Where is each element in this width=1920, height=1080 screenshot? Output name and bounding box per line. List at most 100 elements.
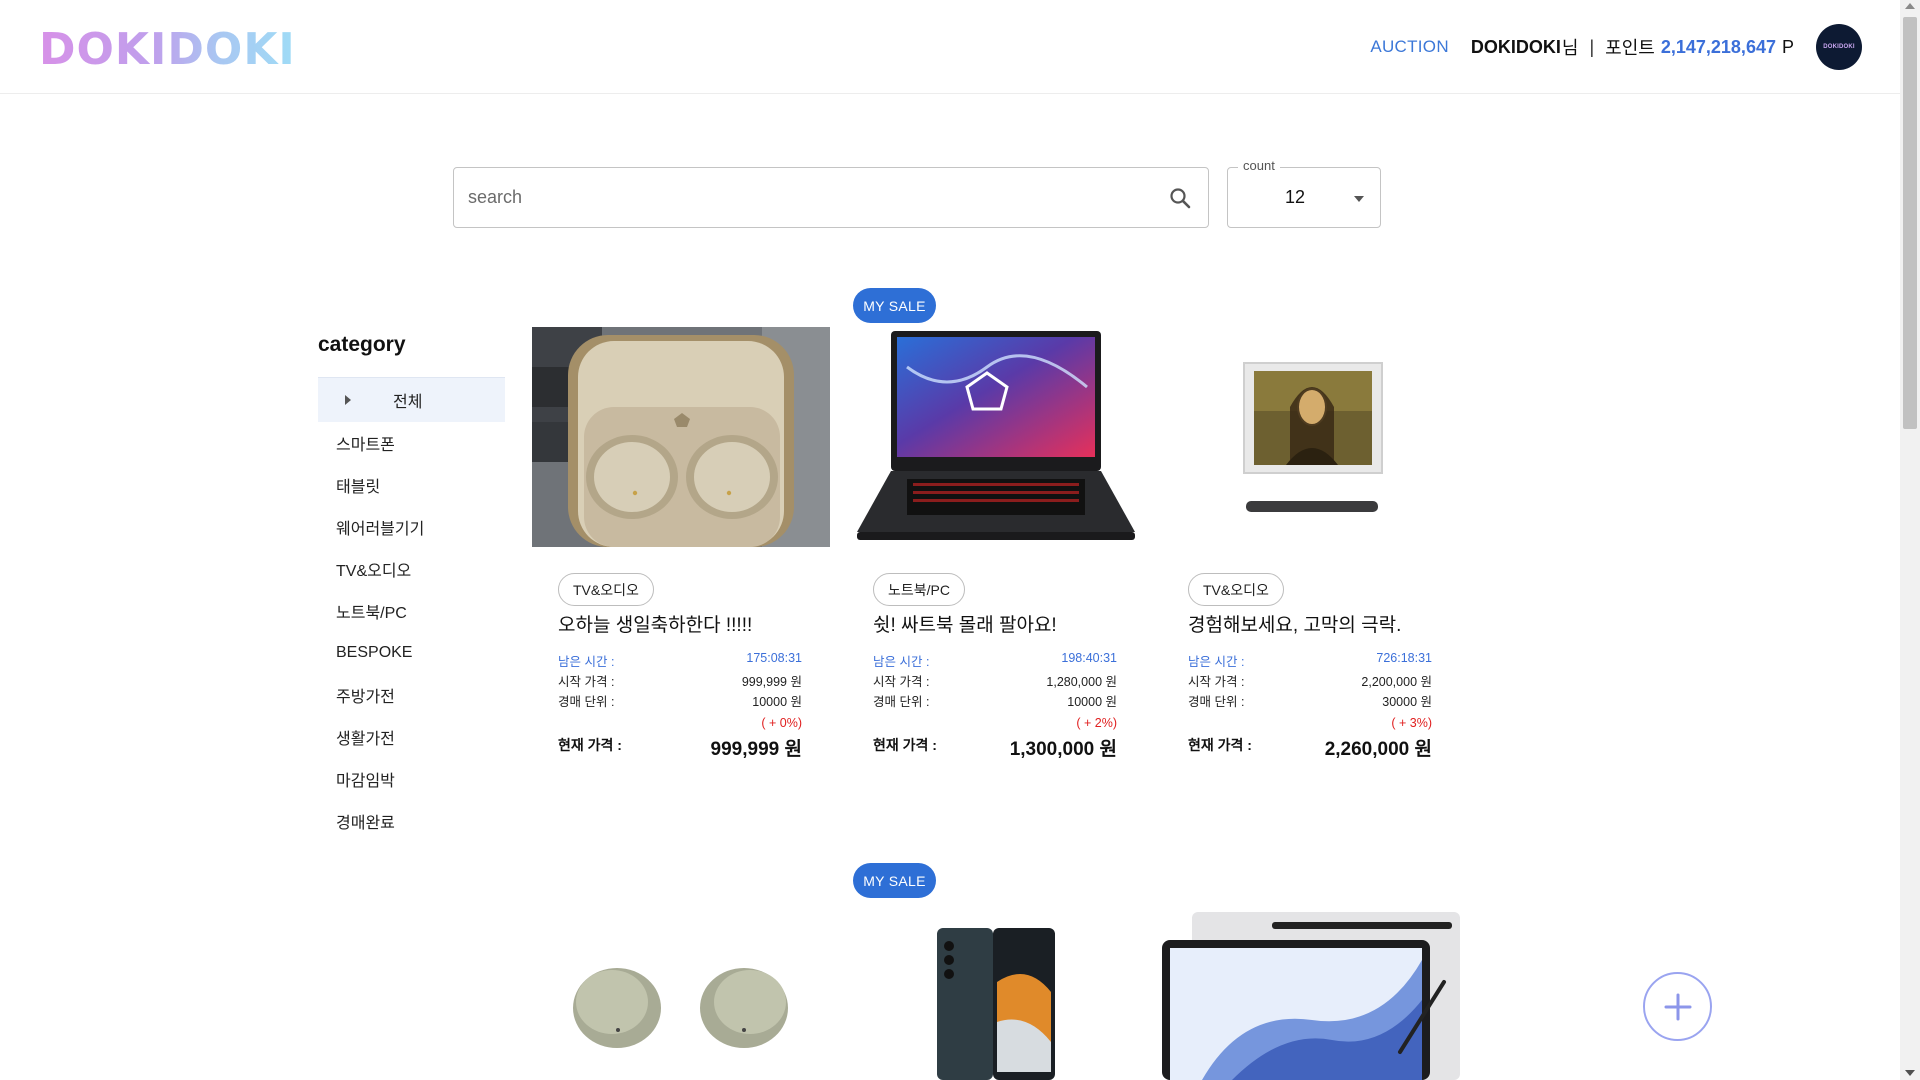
category-title: category [318,333,406,356]
category-item-completed[interactable]: 경매완료 [318,800,505,842]
bid-unit-row: 경매 단위 : 10000 원 [873,691,1117,710]
remaining-time-value: 198:40:31 [1061,651,1117,665]
product-category-chip[interactable]: TV&오디오 [1188,573,1284,606]
category-item-label: 태블릿 [336,479,381,496]
product-image-galaxy-buds[interactable] [532,912,830,1080]
points-label: 포인트 [1605,38,1655,58]
current-price-label: 현재 가격 : [873,737,937,753]
bid-unit-label: 경매 단위 : [558,695,615,709]
bid-unit-value: 10000 원 [752,695,802,709]
start-price-label: 시작 가격 : [1188,675,1245,689]
category-item-label: TV&오디오 [336,563,412,580]
category-item-all[interactable]: 전체 [318,377,505,422]
nav-auction-link[interactable]: AUCTION [1370,37,1449,57]
start-price-value: 1,280,000 원 [1046,675,1117,689]
current-price-value: 1,300,000 원 [1009,739,1117,760]
price-change: ( + 0%) [761,716,802,730]
header: DOKIDOKI AUCTION DOKIDOKI 님 | 포인트 2,147,… [0,0,1900,94]
search-input[interactable] [468,168,1148,227]
price-change: ( + 3%) [1391,716,1432,730]
product-image-galaxy-tab[interactable] [1162,912,1460,1080]
category-item-tv-audio[interactable]: TV&오디오 [318,548,505,590]
category-item-label: BESPOKE [336,644,413,661]
category-item-tablet[interactable]: 태블릿 [318,464,505,506]
category-item-label: 노트북/PC [336,605,407,622]
chevron-down-icon [1354,196,1364,202]
category-item-kitchen[interactable]: 주방가전 [318,674,505,716]
product-title[interactable]: 오하늘 생일축하한다 !!!!! [558,610,752,637]
category-item-label: 주방가전 [336,689,395,706]
product-card[interactable]: 노트북/PC 쉿! 싸트북 몰래 팔아요! 남은 시간 : 198:40:31 시… [847,327,1145,767]
page-scrollbar[interactable] [1900,0,1920,1080]
product-image-galaxy-fold[interactable] [847,912,1145,1080]
category-item-label: 마감임박 [336,773,395,790]
points-unit: P [1781,36,1794,57]
start-price-value: 999,999 원 [741,675,802,689]
points-value: 2,147,218,647 [1660,36,1776,57]
caret-right-icon [345,395,351,405]
avatar[interactable]: DOKIDOKI [1816,24,1862,70]
product-image-frame-tv[interactable] [1162,327,1460,547]
category-item-notebook-pc[interactable]: 노트북/PC [318,590,505,632]
remaining-time-row: 남은 시간 : 726:18:31 [1188,651,1432,670]
category-list: 전체 스마트폰 태블릿 웨어러블기기 TV&오디오 노트북/PC BESPOKE… [318,377,505,842]
product-title[interactable]: 쉿! 싸트북 몰래 팔아요! [873,610,1057,637]
bid-unit-label: 경매 단위 : [1188,695,1245,709]
scroll-down-icon[interactable] [1905,1070,1915,1076]
remaining-time-label: 남은 시간 : [873,655,930,669]
category-item-living[interactable]: 생활가전 [318,716,505,758]
search-box [453,167,1209,228]
avatar-text: DOKIDOKI [1823,44,1855,50]
category-item-label: 스마트폰 [336,437,395,454]
product-card[interactable] [847,912,1145,1080]
product-title[interactable]: 경험해보세요, 고막의 극락. [1188,610,1401,637]
bid-unit-row: 경매 단위 : 30000 원 [1188,691,1432,710]
current-price-value: 2,260,000 원 [1324,739,1432,760]
current-price-value: 999,999 원 [710,739,802,760]
current-price-label: 현재 가격 : [558,737,622,753]
start-price-label: 시작 가격 : [873,675,930,689]
category-item-bespoke[interactable]: BESPOKE [318,632,505,674]
product-category-chip[interactable]: 노트북/PC [873,573,965,606]
start-price-label: 시작 가격 : [558,675,615,689]
count-select[interactable]: count 12 [1227,158,1381,228]
category-item-label: 경매완료 [336,815,395,832]
category-item-label: 웨어러블기기 [336,521,425,538]
start-price-row: 시작 가격 : 1,280,000 원 [873,671,1117,690]
remaining-time-value: 726:18:31 [1376,651,1432,665]
current-price-label: 현재 가격 : [1188,737,1252,753]
product-card[interactable] [1162,912,1460,1080]
product-category-chip[interactable]: TV&오디오 [558,573,654,606]
category-item-wearable[interactable]: 웨어러블기기 [318,506,505,548]
bid-unit-value: 30000 원 [1382,695,1432,709]
scroll-up-icon[interactable] [1905,3,1915,9]
search-icon[interactable] [1168,186,1192,210]
category-item-label: 전체 [393,394,423,411]
category-item-label: 생활가전 [336,731,395,748]
price-change: ( + 2%) [1076,716,1117,730]
user-honorific: 님 [1561,38,1579,58]
count-value: 12 [1285,187,1306,207]
category-item-closing-soon[interactable]: 마감임박 [318,758,505,800]
product-card[interactable] [532,912,830,1080]
product-image-earbuds-case[interactable] [532,327,830,547]
header-separator: | [1589,36,1595,57]
product-card[interactable]: TV&오디오 경험해보세요, 고막의 극락. 남은 시간 :726:18:31 … [1162,327,1460,767]
remaining-time-row: 남은 시간 : 198:40:31 [873,651,1117,670]
remaining-time-value: 175:08:31 [746,651,802,665]
scroll-thumb[interactable] [1903,17,1917,429]
category-item-smartphone[interactable]: 스마트폰 [318,422,505,464]
remaining-time-label: 남은 시간 : [558,655,615,669]
start-price-row: 시작 가격 : 999,999 원 [558,671,802,690]
product-image-laptop[interactable] [847,327,1145,547]
start-price-value: 2,200,000 원 [1361,675,1432,689]
product-card[interactable]: TV&오디오 오하늘 생일축하한다 !!!!! 남은 시간 : 175:08:31… [532,327,830,767]
plus-icon [1664,993,1691,1020]
header-user-area: AUCTION DOKIDOKI 님 | 포인트 2,147,218,647 P… [1370,24,1900,70]
remaining-time-label: 남은 시간 : [1188,655,1245,669]
add-product-button[interactable] [1643,972,1712,1041]
bid-unit-label: 경매 단위 : [873,695,930,709]
my-sale-badge: MY SALE [853,288,936,323]
logo[interactable]: DOKIDOKI [39,24,296,75]
start-price-row: 시작 가격 : 2,200,000 원 [1188,671,1432,690]
